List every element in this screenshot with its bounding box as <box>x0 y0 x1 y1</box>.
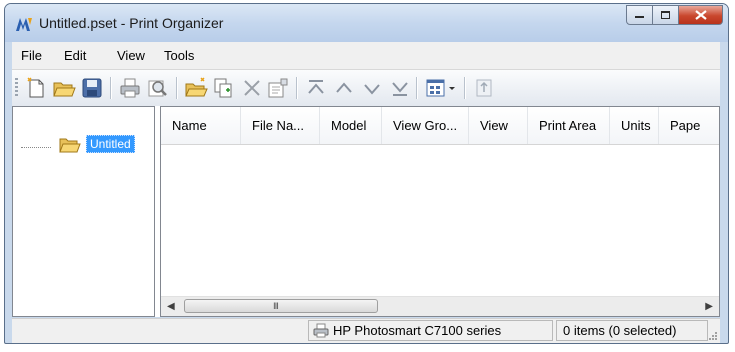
horizontal-scrollbar[interactable]: ◀ III ▶ <box>161 296 719 316</box>
move-down-icon[interactable] <box>360 76 384 100</box>
minimize-icon <box>634 16 644 18</box>
scroll-left-icon[interactable]: ◀ <box>167 301 175 312</box>
move-top-icon[interactable] <box>304 76 328 100</box>
dropdown-arrow-icon[interactable] <box>446 76 458 100</box>
scrollbar-thumb[interactable]: III <box>184 299 378 313</box>
printer-status[interactable]: HP Photosmart C7100 series <box>308 320 553 341</box>
menu-bar: File Edit View Tools <box>12 42 720 70</box>
help-icon[interactable] <box>472 76 496 100</box>
move-bottom-icon[interactable] <box>388 76 412 100</box>
window-controls <box>626 5 723 25</box>
microstation-app-icon <box>16 18 32 31</box>
toolbar-separator <box>176 77 178 99</box>
title-bar[interactable]: Untitled.pset - Print Organizer <box>5 4 728 42</box>
add-files-icon[interactable] <box>212 76 236 100</box>
delete-icon[interactable] <box>240 76 264 100</box>
close-button[interactable] <box>679 5 723 25</box>
toolbar-separator <box>296 77 298 99</box>
toolbar-separator <box>464 77 466 99</box>
menu-edit[interactable]: Edit <box>64 48 86 63</box>
print-icon[interactable] <box>118 76 142 100</box>
menu-view[interactable]: View <box>117 48 145 63</box>
column-header-model[interactable]: Model <box>320 107 382 144</box>
save-icon[interactable] <box>80 76 104 100</box>
window-title: Untitled.pset - Print Organizer <box>39 15 224 31</box>
printer-icon <box>313 323 329 338</box>
folder-open-icon <box>59 138 81 153</box>
thumb-grip: III <box>273 302 279 312</box>
column-header-name[interactable]: Name <box>161 107 241 144</box>
column-header-file-name[interactable]: File Na... <box>241 107 320 144</box>
properties-icon[interactable] <box>266 76 290 100</box>
open-icon[interactable] <box>52 76 76 100</box>
toolbar <box>12 70 720 107</box>
menu-file[interactable]: File <box>21 48 42 63</box>
close-icon <box>694 10 707 20</box>
maximize-icon <box>660 10 670 19</box>
column-header-view-group[interactable]: View Gro... <box>382 107 469 144</box>
print-set-tree[interactable]: Untitled <box>12 106 155 317</box>
preview-icon[interactable] <box>146 76 170 100</box>
toolbar-separator <box>416 77 418 99</box>
view-options-icon[interactable] <box>424 76 448 100</box>
tree-connector <box>21 147 51 148</box>
toolbar-grip[interactable] <box>15 78 18 98</box>
scroll-right-icon[interactable]: ▶ <box>705 301 713 312</box>
move-up-icon[interactable] <box>332 76 356 100</box>
selection-status: 0 items (0 selected) <box>556 320 708 341</box>
list-header: Name File Na... Model View Gro... View P… <box>161 107 719 145</box>
print-organizer-window: Untitled.pset - Print Organizer File Edi… <box>4 3 729 344</box>
status-bar: HP Photosmart C7100 series 0 items (0 se… <box>12 318 720 343</box>
maximize-button[interactable] <box>653 5 679 25</box>
column-header-paper[interactable]: Pape <box>659 107 719 144</box>
column-header-units[interactable]: Units <box>610 107 659 144</box>
toolbar-separator <box>110 77 112 99</box>
print-set-list[interactable]: Name File Na... Model View Gro... View P… <box>160 106 720 317</box>
selection-count: 0 items (0 selected) <box>563 323 677 338</box>
new-set-icon[interactable] <box>24 76 48 100</box>
column-header-print-area[interactable]: Print Area <box>528 107 610 144</box>
tree-item-untitled[interactable]: Untitled <box>86 135 135 153</box>
menu-tools[interactable]: Tools <box>164 48 194 63</box>
column-header-view[interactable]: View <box>469 107 528 144</box>
add-folder-icon[interactable] <box>184 76 208 100</box>
minimize-button[interactable] <box>626 5 653 25</box>
resize-grip-icon[interactable] <box>708 331 718 341</box>
main-content: Untitled Name File Na... Model View Gro.… <box>12 106 720 317</box>
printer-name: HP Photosmart C7100 series <box>333 323 502 338</box>
